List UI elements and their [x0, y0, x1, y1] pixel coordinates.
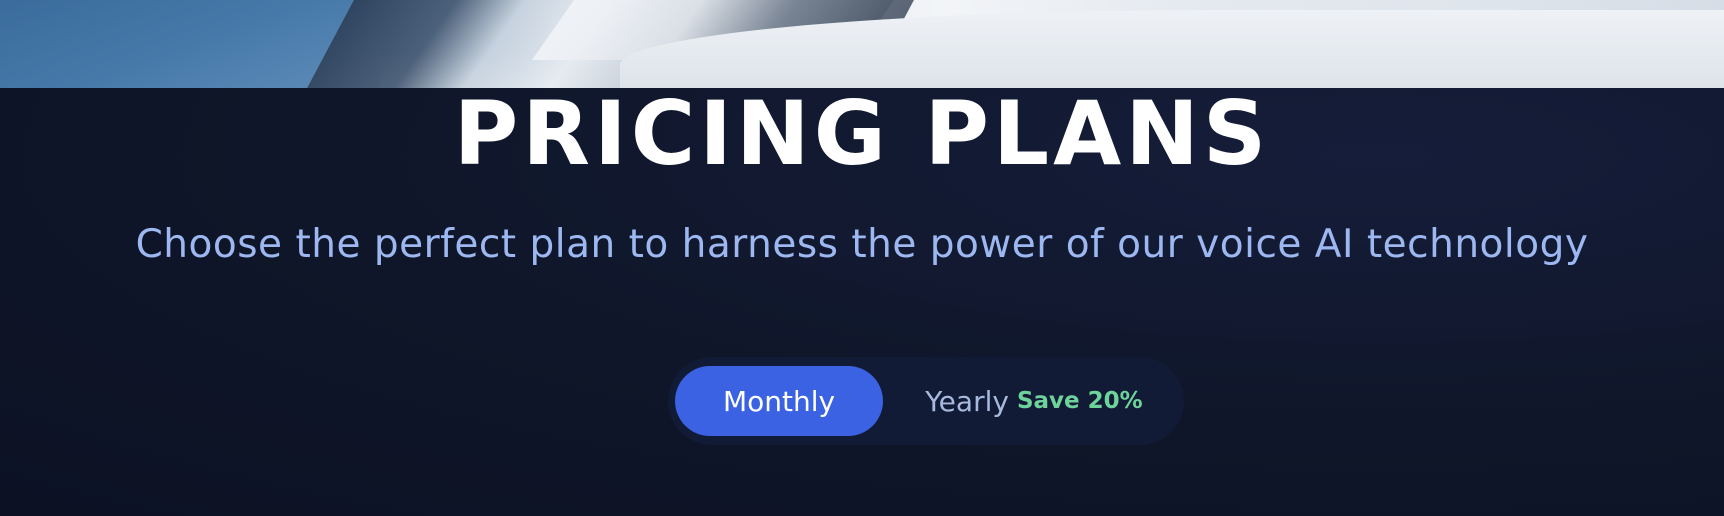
hero-image [0, 0, 1724, 88]
save-badge: Save 20% [1016, 388, 1143, 414]
yearly-option-label: Yearly [925, 384, 1009, 418]
yearly-option-button[interactable]: Yearly Save 20% [890, 366, 1178, 436]
page-subtitle: Choose the perfect plan to harness the p… [135, 222, 1589, 267]
billing-period-toggle: Monthly Yearly Save 20% [668, 357, 1184, 445]
page-title: PRICING PLANS [453, 82, 1271, 185]
pricing-page: PRICING PLANS Choose the perfect plan to… [0, 0, 1724, 516]
monthly-option-label: Monthly [722, 384, 836, 418]
monthly-option-button[interactable]: Monthly [675, 366, 883, 436]
